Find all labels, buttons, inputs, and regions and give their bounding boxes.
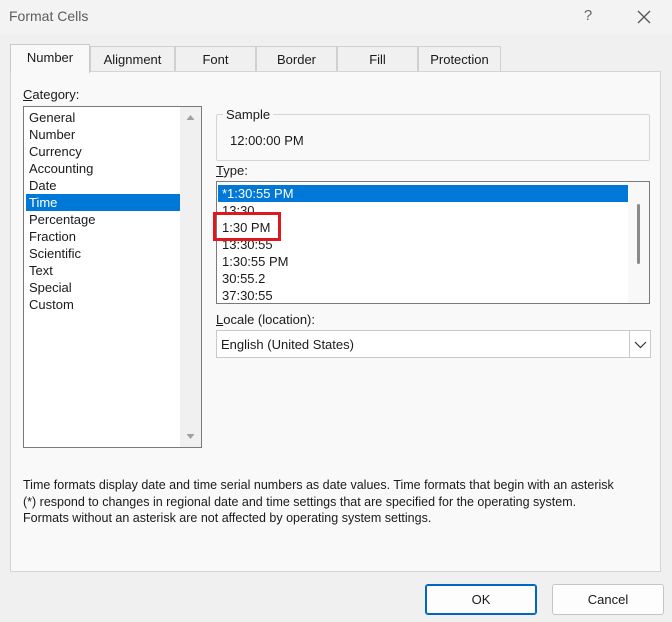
ok-button[interactable]: OK <box>425 584 537 615</box>
type-listbox[interactable]: *1:30:55 PM 13:30 1:30 PM 13:30:55 1:30:… <box>216 181 650 304</box>
sample-value: 12:00:00 PM <box>230 133 304 148</box>
locale-dropdown-button[interactable] <box>629 331 650 357</box>
chevron-down-icon[interactable] <box>186 432 195 441</box>
category-item-accounting[interactable]: Accounting <box>26 160 180 177</box>
category-item-general[interactable]: General <box>26 109 180 126</box>
locale-dropdown[interactable]: English (United States) <box>216 330 651 358</box>
dialog-title: Format Cells <box>9 8 89 24</box>
chevron-down-icon <box>634 341 647 349</box>
category-item-number[interactable]: Number <box>26 126 180 143</box>
scroll-thumb[interactable] <box>637 204 640 264</box>
category-item-fraction[interactable]: Fraction <box>26 228 180 245</box>
cancel-button[interactable]: Cancel <box>552 584 664 615</box>
category-item-time[interactable]: Time <box>26 194 180 211</box>
close-button[interactable] <box>632 5 656 29</box>
type-scrollbar[interactable] <box>628 182 649 303</box>
locale-value: English (United States) <box>221 337 354 352</box>
format-description: Time formats display date and time seria… <box>23 478 614 525</box>
category-item-special[interactable]: Special <box>26 279 180 296</box>
type-item[interactable]: 37:30:55 <box>218 287 629 303</box>
category-listbox[interactable]: General Number Currency Accounting Date … <box>23 106 202 448</box>
locale-label: Locale (location): <box>216 312 316 327</box>
type-label: Type: <box>216 163 248 178</box>
close-icon <box>637 10 651 24</box>
tab-border[interactable]: Border <box>256 46 337 72</box>
category-scrollbar[interactable] <box>180 107 201 447</box>
category-item-date[interactable]: Date <box>26 177 180 194</box>
tab-number[interactable]: Number <box>10 44 90 73</box>
tab-protection[interactable]: Protection <box>418 46 501 72</box>
tab-fill[interactable]: Fill <box>337 46 418 72</box>
chevron-up-icon[interactable] <box>186 113 195 122</box>
tab-font[interactable]: Font <box>175 46 256 72</box>
sample-caption: Sample <box>223 107 274 122</box>
category-item-custom[interactable]: Custom <box>26 296 180 313</box>
category-item-currency[interactable]: Currency <box>26 143 180 160</box>
title-bar: Format Cells ? <box>0 0 672 34</box>
category-label: Category: <box>23 87 80 102</box>
category-item-percentage[interactable]: Percentage <box>26 211 180 228</box>
type-item[interactable]: 1:30:55 PM <box>218 253 629 270</box>
category-item-text[interactable]: Text <box>26 262 180 279</box>
category-item-scientific[interactable]: Scientific <box>26 245 180 262</box>
tab-alignment[interactable]: Alignment <box>90 46 175 72</box>
help-button[interactable]: ? <box>576 4 600 28</box>
highlight-annotation <box>213 212 281 241</box>
type-item[interactable]: 30:55.2 <box>218 270 629 287</box>
type-item[interactable]: *1:30:55 PM <box>218 185 629 202</box>
